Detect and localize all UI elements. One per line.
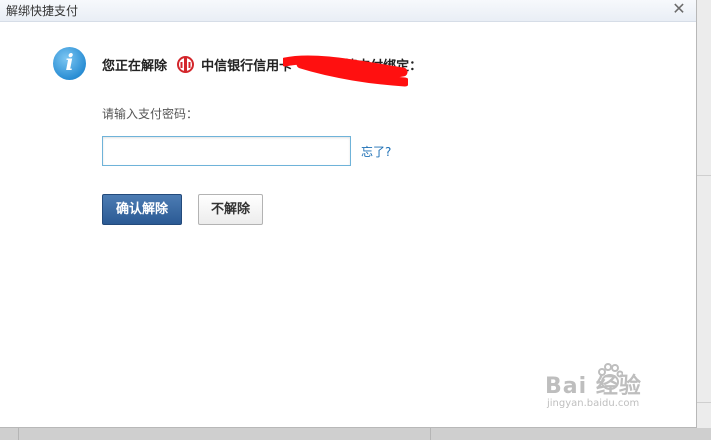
watermark-main: Bai 经验 [545, 374, 642, 399]
redaction-scribble [283, 55, 408, 87]
confirm-unbind-button[interactable]: 确认解除 [102, 194, 182, 225]
paw-icon [598, 363, 623, 390]
payment-password-input[interactable] [102, 136, 351, 166]
watermark-url: jingyan.baidu.com [547, 398, 640, 409]
divider [430, 428, 431, 440]
background-panel-bottom [0, 428, 711, 440]
divider [697, 402, 711, 403]
cancel-unbind-button[interactable]: 不解除 [198, 194, 263, 225]
citic-bank-logo-icon [176, 56, 194, 73]
background-panel-right [697, 0, 711, 440]
forgot-password-link[interactable]: 忘了? [361, 144, 391, 160]
baidu-jingyan-watermark: Bai 经验 jingyan.baidu.com [545, 360, 695, 420]
dialog-titlebar: 解绑快捷支付 ✕ [0, 0, 696, 22]
unbind-dialog: 解绑快捷支付 ✕ i 您正在解除 中信银行信用卡 快捷支付绑定： 请输入支付密码… [0, 0, 697, 428]
bank-name: 中信银行信用卡 [201, 59, 293, 74]
dialog-title: 解绑快捷支付 [6, 4, 79, 18]
password-label: 请输入支付密码： [102, 107, 199, 121]
close-button[interactable]: ✕ [668, 0, 690, 20]
info-icon: i [53, 47, 86, 80]
divider [18, 428, 19, 440]
notice-prefix: 您正在解除 [102, 59, 168, 74]
close-icon: ✕ [672, 0, 686, 18]
divider [697, 175, 711, 176]
